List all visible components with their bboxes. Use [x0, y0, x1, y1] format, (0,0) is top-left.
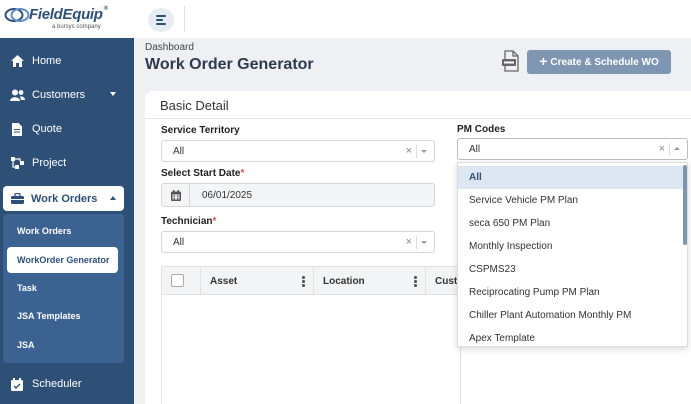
sidebar-item-label: Customers — [32, 89, 86, 101]
pm-codes-select[interactable]: All × — [457, 138, 688, 160]
logo[interactable]: FieldEquip® a bursys company — [0, 0, 134, 38]
service-territory-select[interactable]: All × — [161, 140, 435, 162]
column-menu-icon[interactable] — [414, 276, 417, 287]
service-territory-value: All — [173, 145, 185, 157]
sidebar-item-label: Scheduler — [32, 378, 82, 390]
start-date-value: 06/01/2025 — [202, 189, 253, 201]
section-title: Basic Detail — [160, 98, 229, 113]
logo-mark-icon — [4, 8, 30, 22]
divider — [184, 6, 185, 32]
dropdown-option[interactable]: All — [458, 166, 684, 189]
grid-header: Asset Location Cust — [162, 267, 462, 295]
brand-name: FieldEquip® — [29, 6, 108, 23]
calendar-check-icon — [9, 376, 25, 392]
project-icon — [9, 155, 25, 171]
top-bar — [134, 0, 691, 38]
sidebar-item-label: Home — [32, 55, 62, 67]
work-orders-submenu: Work Orders WorkOrder Generator Task JSA… — [3, 214, 124, 363]
chevron-up-icon[interactable] — [674, 147, 680, 150]
sidebar-item-customers[interactable]: Customers — [0, 80, 134, 110]
column-menu-icon[interactable] — [302, 276, 305, 287]
dropdown-option[interactable]: Service Vehicle PM Plan — [458, 189, 684, 212]
column-header-location[interactable]: Location — [313, 267, 425, 295]
sidebar-item-home[interactable]: Home — [0, 46, 134, 76]
dropdown-option[interactable]: seca 650 PM Plan — [458, 212, 684, 235]
brand-tagline: a bursys company — [52, 24, 101, 30]
submenu-item-workorder-generator[interactable]: WorkOrder Generator — [7, 247, 118, 273]
sidebar-item-project[interactable]: Project — [0, 148, 134, 178]
pm-codes-value: All — [469, 143, 481, 155]
sidebar-item-quote[interactable]: Quote — [0, 114, 134, 144]
users-icon — [9, 87, 25, 103]
dropdown-option[interactable]: Chiller Plant Automation Monthly PM — [458, 304, 684, 327]
clear-icon[interactable]: × — [406, 145, 412, 157]
dropdown-option[interactable]: Reciprocating Pump PM Plan — [458, 281, 684, 304]
dropdown-scrollbar[interactable] — [683, 165, 687, 245]
chevron-up-icon — [110, 196, 116, 200]
chevron-down-icon[interactable] — [421, 241, 427, 244]
sidebar-item-label: Project — [32, 157, 67, 169]
submenu-item-jsa[interactable]: JSA — [17, 340, 35, 350]
divider — [416, 145, 417, 158]
dropdown-option[interactable]: Apex Template — [458, 327, 684, 346]
start-date-field[interactable]: 06/01/2025 — [161, 183, 435, 207]
sidebar-item-work-orders[interactable]: Work Orders — [3, 186, 124, 211]
sidebar: FieldEquip® a bursys company Home Custom… — [0, 0, 134, 404]
select-all-checkbox[interactable] — [171, 274, 184, 287]
sidebar-item-label: Quote — [32, 123, 62, 135]
csv-export-icon[interactable] — [500, 50, 522, 72]
clear-icon[interactable]: × — [406, 236, 412, 248]
clear-icon[interactable]: × — [659, 143, 665, 155]
menu-toggle-icon[interactable] — [148, 8, 174, 32]
submenu-item-task[interactable]: Task — [17, 283, 37, 293]
document-icon — [9, 121, 25, 137]
toolbox-icon — [9, 191, 25, 207]
column-header-asset[interactable]: Asset — [200, 267, 313, 295]
divider — [669, 143, 670, 156]
divider — [145, 118, 691, 119]
service-territory-label: Service Territory — [161, 125, 240, 136]
calendar-icon[interactable] — [162, 184, 190, 206]
plus-icon: + — [539, 53, 548, 69]
submenu-item-jsa-templates[interactable]: JSA Templates — [17, 311, 81, 321]
submenu-item-work-orders[interactable]: Work Orders — [17, 226, 71, 236]
dropdown-option[interactable]: CSPMS23 — [458, 258, 684, 281]
dropdown-option[interactable]: Monthly Inspection — [458, 235, 684, 258]
pm-codes-dropdown: All Service Vehicle PM Plan seca 650 PM … — [457, 162, 688, 347]
pm-codes-label: PM Codes — [457, 124, 506, 135]
home-icon — [9, 53, 25, 69]
start-date-label: Select Start Date* — [161, 168, 245, 179]
page-title: Work Order Generator — [145, 56, 314, 73]
chevron-down-icon — [110, 92, 116, 96]
chevron-down-icon[interactable] — [421, 150, 427, 153]
create-schedule-wo-label: Create & Schedule WO — [550, 56, 659, 68]
sidebar-item-scheduler[interactable]: Scheduler — [0, 369, 134, 399]
work-order-grid: Asset Location Cust — [161, 266, 462, 404]
breadcrumb[interactable]: Dashboard — [145, 42, 194, 53]
sidebar-item-label: Work Orders — [31, 192, 98, 205]
divider — [416, 236, 417, 249]
technician-label: Technician* — [161, 216, 217, 227]
technician-select[interactable]: All × — [161, 231, 435, 253]
technician-value: All — [173, 236, 185, 248]
create-schedule-wo-button[interactable]: + Create & Schedule WO — [527, 50, 671, 74]
